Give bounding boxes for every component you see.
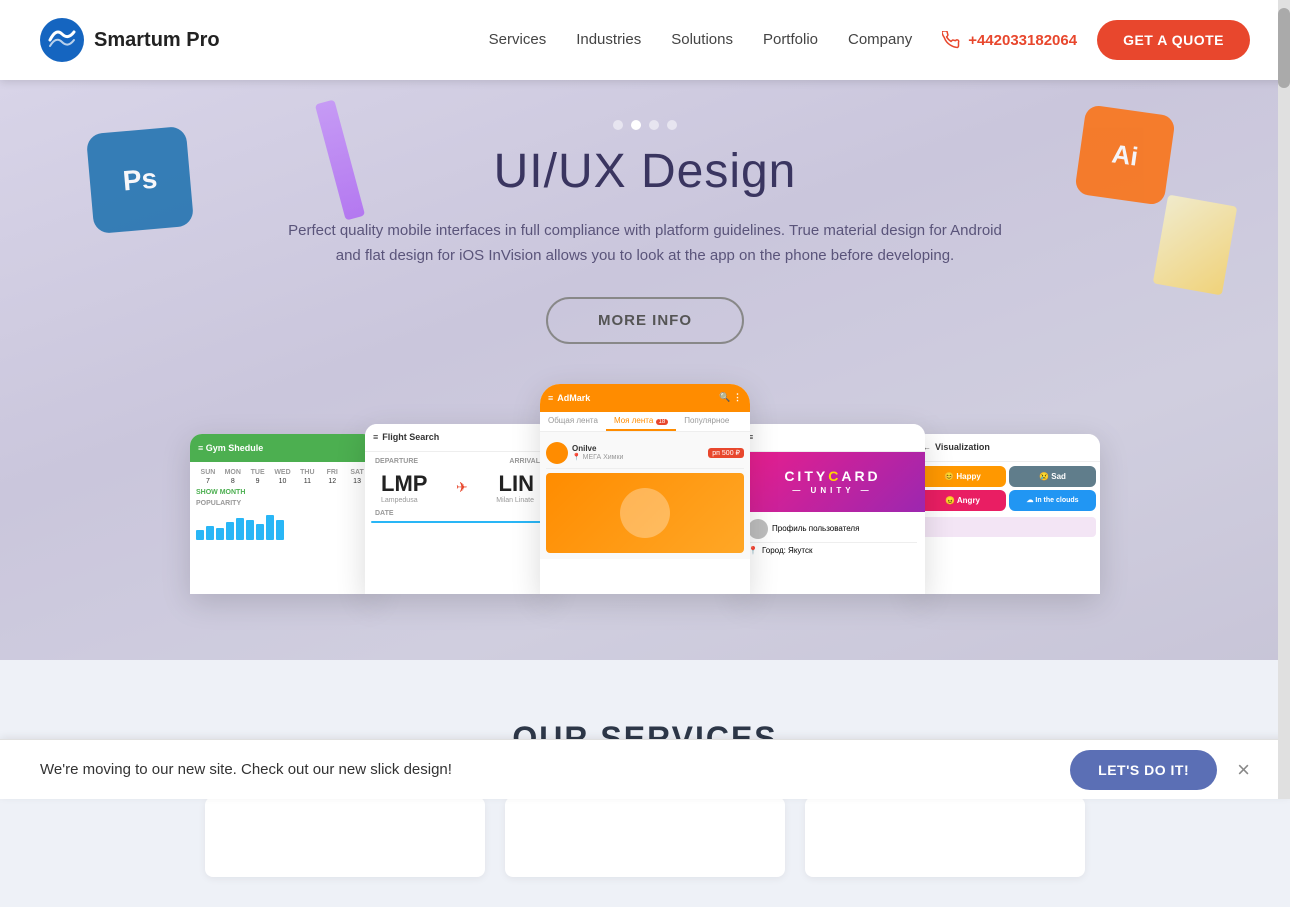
viz-header: ← Visualization — [915, 434, 1100, 462]
flight-title: Flight Search — [382, 432, 439, 442]
ps-logo-decoration: Ps — [86, 126, 194, 234]
paper-decoration — [1153, 195, 1238, 296]
citycard-content: Профиль пользователя 📍 Город: Якутск — [740, 512, 925, 562]
viz-title: Visualization — [935, 442, 990, 452]
admark-content: Onilve 📍 МЕГА Химки рп 500 ₽ — [540, 432, 750, 559]
carousel-dot-1[interactable] — [613, 120, 623, 130]
nav-portfolio[interactable]: Portfolio — [763, 31, 818, 48]
scrollbar-track[interactable] — [1278, 0, 1290, 799]
phone-mockups: ≡ Gym Shedule SUN MON TUE WED THU FRI SA… — [0, 384, 1290, 594]
more-info-button[interactable]: MORE INFO — [546, 297, 744, 344]
mood-happy: 😊 Happy — [919, 466, 1006, 487]
gym-header: ≡ Gym Shedule — [190, 434, 375, 462]
from-name: Lampedusa — [381, 497, 427, 504]
notification-text: We're moving to our new site. Check out … — [40, 761, 1070, 778]
scrollbar-thumb[interactable] — [1278, 8, 1290, 88]
lets-do-it-button[interactable]: LET'S DO IT! — [1070, 750, 1217, 790]
carousel-dot-4[interactable] — [667, 120, 677, 130]
flight-route: LMP Lampedusa ✈ LIN Milan Linate — [371, 465, 544, 510]
gym-popularity: POPULARITY — [196, 500, 369, 540]
admark-header: ≡ AdMark 🔍 ⋮ — [540, 384, 750, 412]
flight-progress — [371, 521, 544, 523]
admark-product-image — [546, 473, 744, 553]
admark-tab-1[interactable]: Общая лента — [540, 412, 606, 431]
nav-company[interactable]: Company — [848, 31, 912, 48]
ai-logo-decoration: Ai — [1074, 104, 1176, 206]
get-quote-button[interactable]: GET A QUOTE — [1097, 20, 1250, 60]
nav-industries[interactable]: Industries — [576, 31, 641, 48]
phone-link[interactable]: +442033182064 — [942, 31, 1077, 49]
hero-description: Perfect quality mobile interfaces in ful… — [255, 219, 1035, 269]
to-code: LIN — [496, 471, 534, 497]
close-notification-button[interactable]: × — [1237, 759, 1250, 781]
phone-admark: ≡ AdMark 🔍 ⋮ Общая лента Моя лента 18 По… — [540, 384, 750, 594]
pencil-decoration — [315, 99, 365, 220]
viz-grid: 😊 Happy 😢 Sad 😠 Angry ☁ In the clouds — [915, 462, 1100, 515]
date-label: DATE — [371, 510, 544, 517]
hero-section: Ps Ai UI/UX Design Perfect quality mobil… — [0, 80, 1290, 660]
service-card-2 — [505, 797, 785, 877]
mood-angry: 😠 Angry — [919, 490, 1006, 511]
hero-title: UI/UX Design — [494, 144, 797, 199]
nav-links: Services Industries Solutions Portfolio … — [489, 31, 913, 49]
carousel-dot-3[interactable] — [649, 120, 659, 130]
carousel-dot-2[interactable] — [631, 120, 641, 130]
logo-link[interactable]: Smartum Pro — [40, 18, 220, 62]
city-label: Город: Якутск — [762, 546, 813, 555]
admark-tabs: Общая лента Моя лента 18 Популярное — [540, 412, 750, 432]
profile-label: Профиль пользователя — [772, 524, 859, 533]
carousel-dots — [613, 120, 677, 130]
service-card-3 — [805, 797, 1085, 877]
gym-calendar: SUN MON TUE WED THU FRI SAT 7 8 9 10 11 … — [196, 469, 369, 486]
logo-text: Smartum Pro — [94, 29, 220, 52]
phone-citycard: ≡ CITYCARD — UNITY — Профиль пользовател… — [740, 424, 925, 594]
flight-arrow-icon: ✈ — [456, 479, 468, 495]
navbar: Smartum Pro Services Industries Solution… — [0, 0, 1290, 80]
service-card-1 — [205, 797, 485, 877]
logo-icon — [40, 18, 84, 62]
phone-gym: ≡ Gym Shedule SUN MON TUE WED THU FRI SA… — [190, 434, 375, 594]
gym-title: Gym Shedule — [206, 443, 264, 453]
departure-label: DEPARTURE — [375, 458, 418, 465]
phone-icon — [942, 31, 960, 49]
nav-solutions[interactable]: Solutions — [671, 31, 733, 48]
mood-sad: 😢 Sad — [1009, 466, 1096, 487]
phone-number: +442033182064 — [968, 32, 1077, 49]
admark-tab-3[interactable]: Популярное — [676, 412, 737, 431]
admark-title: AdMark — [557, 393, 590, 403]
arrival-label: ARRIVAL — [509, 458, 540, 465]
phone-viz: ← Visualization 😊 Happy 😢 Sad 😠 Angry ☁ … — [915, 434, 1100, 594]
services-cards — [40, 797, 1250, 877]
viz-extra-cell — [919, 517, 1096, 537]
admark-tab-2[interactable]: Моя лента 18 — [606, 412, 676, 431]
nav-services[interactable]: Services — [489, 31, 547, 48]
citycard-header: ≡ — [740, 424, 925, 452]
from-code: LMP — [381, 471, 427, 497]
phone-flight: ≡ Flight Search DEPARTURE ARRIVAL LMP La… — [365, 424, 550, 594]
citycard-banner: CITYCARD — UNITY — — [740, 452, 925, 512]
show-month-label: SHOW MONTH — [196, 489, 369, 496]
flight-header: ≡ Flight Search — [365, 424, 550, 452]
to-name: Milan Linate — [496, 497, 534, 504]
notification-bar: We're moving to our new site. Check out … — [0, 739, 1290, 799]
mood-clouds: ☁ In the clouds — [1009, 490, 1096, 511]
